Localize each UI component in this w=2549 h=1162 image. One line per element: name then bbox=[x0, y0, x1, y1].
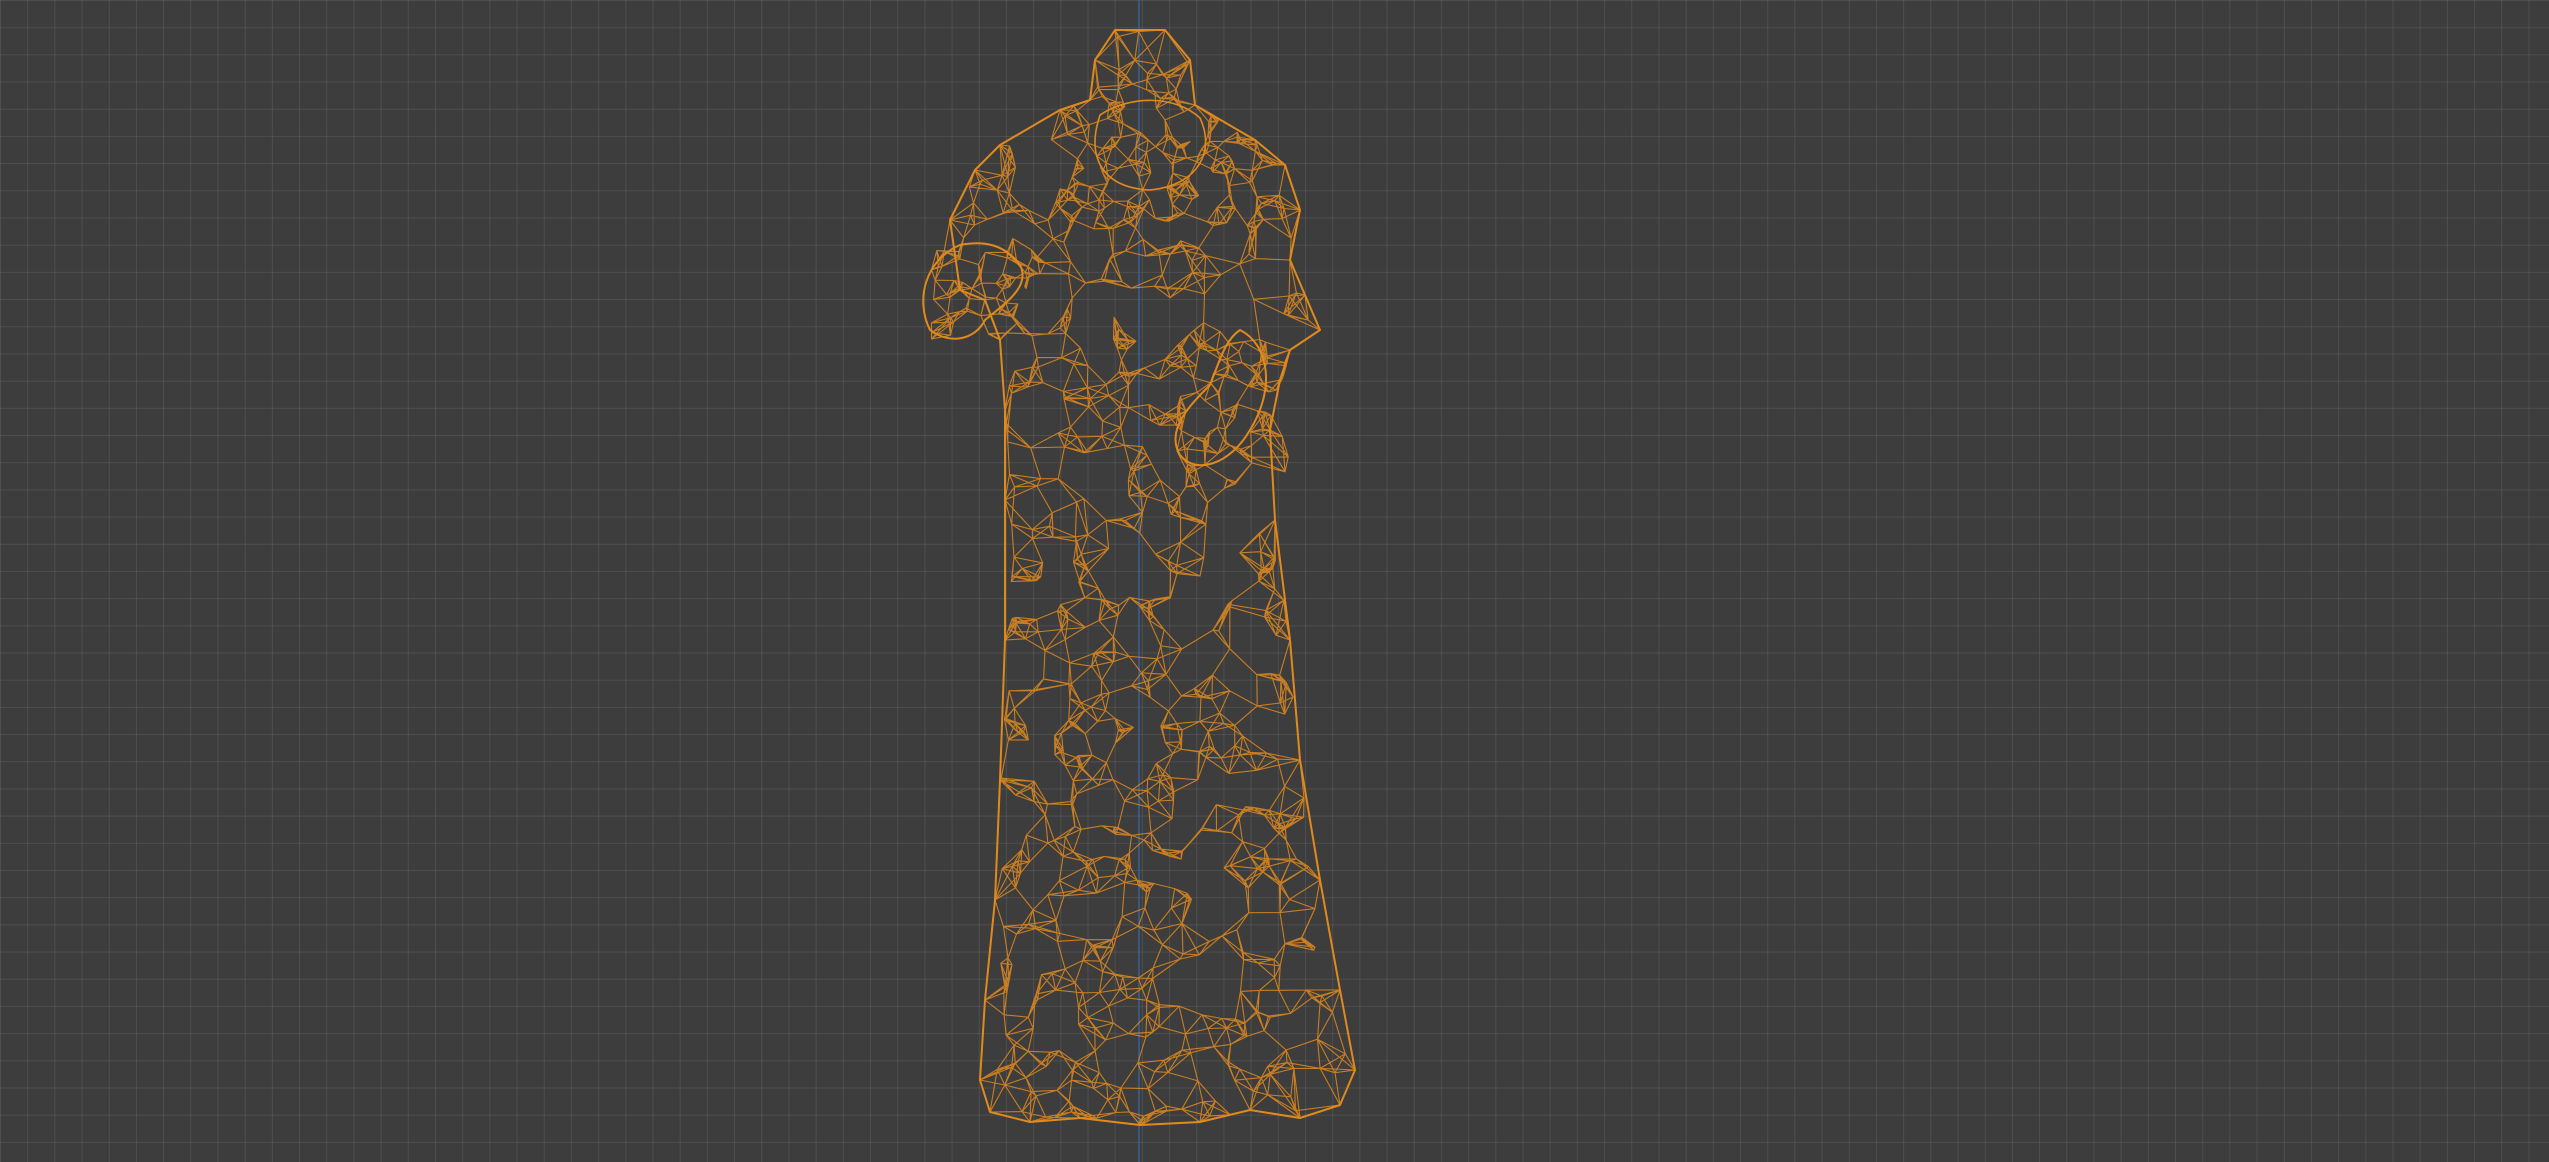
mesh-edges bbox=[930, 29, 1356, 1126]
3d-viewport[interactable] bbox=[0, 0, 2549, 1162]
wireframe-mesh-figure[interactable] bbox=[0, 0, 2549, 1162]
mesh-wire-group bbox=[922, 29, 1356, 1126]
